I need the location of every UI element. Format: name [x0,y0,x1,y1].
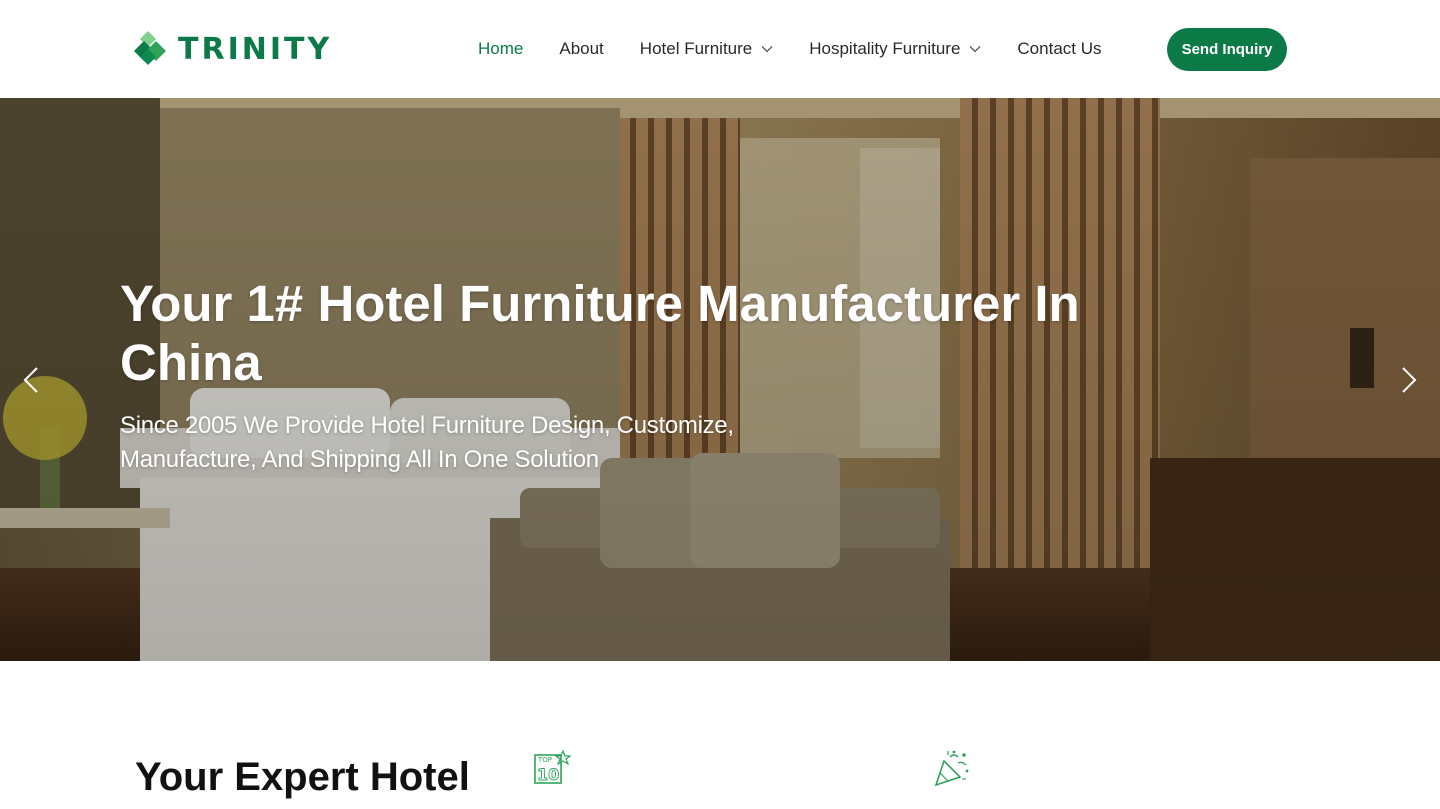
nav-contact-us[interactable]: Contact Us [1017,39,1101,59]
hero-subtitle: Since 2005 We Provide Hotel Furniture De… [120,412,734,473]
nav-hotel-furniture[interactable]: Hotel Furniture [640,39,773,59]
hero-title: Your 1# Hotel Furniture Manufacturer In … [120,275,1080,391]
svg-text:10: 10 [537,765,559,784]
slider-prev-arrow[interactable] [19,364,43,396]
send-inquiry-button[interactable]: Send Inquiry [1167,28,1287,71]
chevron-down-icon [969,46,981,53]
brand-name: TRINITY [178,31,333,67]
brand-logo[interactable]: TRINITY [134,28,332,70]
nav-contact-us-label: Contact Us [1017,39,1102,58]
nav-hotel-furniture-label: Hotel Furniture [639,39,753,58]
party-popper-icon [934,750,969,787]
nav-about[interactable]: About [559,39,603,59]
trinity-logo-icon [134,31,166,65]
section-title: Your Expert Hotel [135,755,470,799]
nav-about-label: About [559,39,604,58]
slider-next-arrow[interactable] [1397,364,1421,396]
svg-text:TOP: TOP [537,756,552,764]
hero-slider: Your 1# Hotel Furniture Manufacturer In … [0,98,1440,661]
top-10-badge-icon: TOP 10 [534,749,571,784]
chevron-down-icon [761,46,773,53]
nav-home-label: Home [478,39,524,58]
nav-hospitality-furniture-label: Hospitality Furniture [809,39,961,58]
nav-hospitality-furniture[interactable]: Hospitality Furniture [809,39,981,59]
nav-home[interactable]: Home [478,39,523,59]
main-nav: Home About Hotel Furniture Hospitality F… [478,0,1102,98]
expert-section: Your Expert Hotel TOP 10 [0,661,1440,809]
site-header: TRINITY Home About Hotel Furniture Hospi… [0,0,1440,98]
